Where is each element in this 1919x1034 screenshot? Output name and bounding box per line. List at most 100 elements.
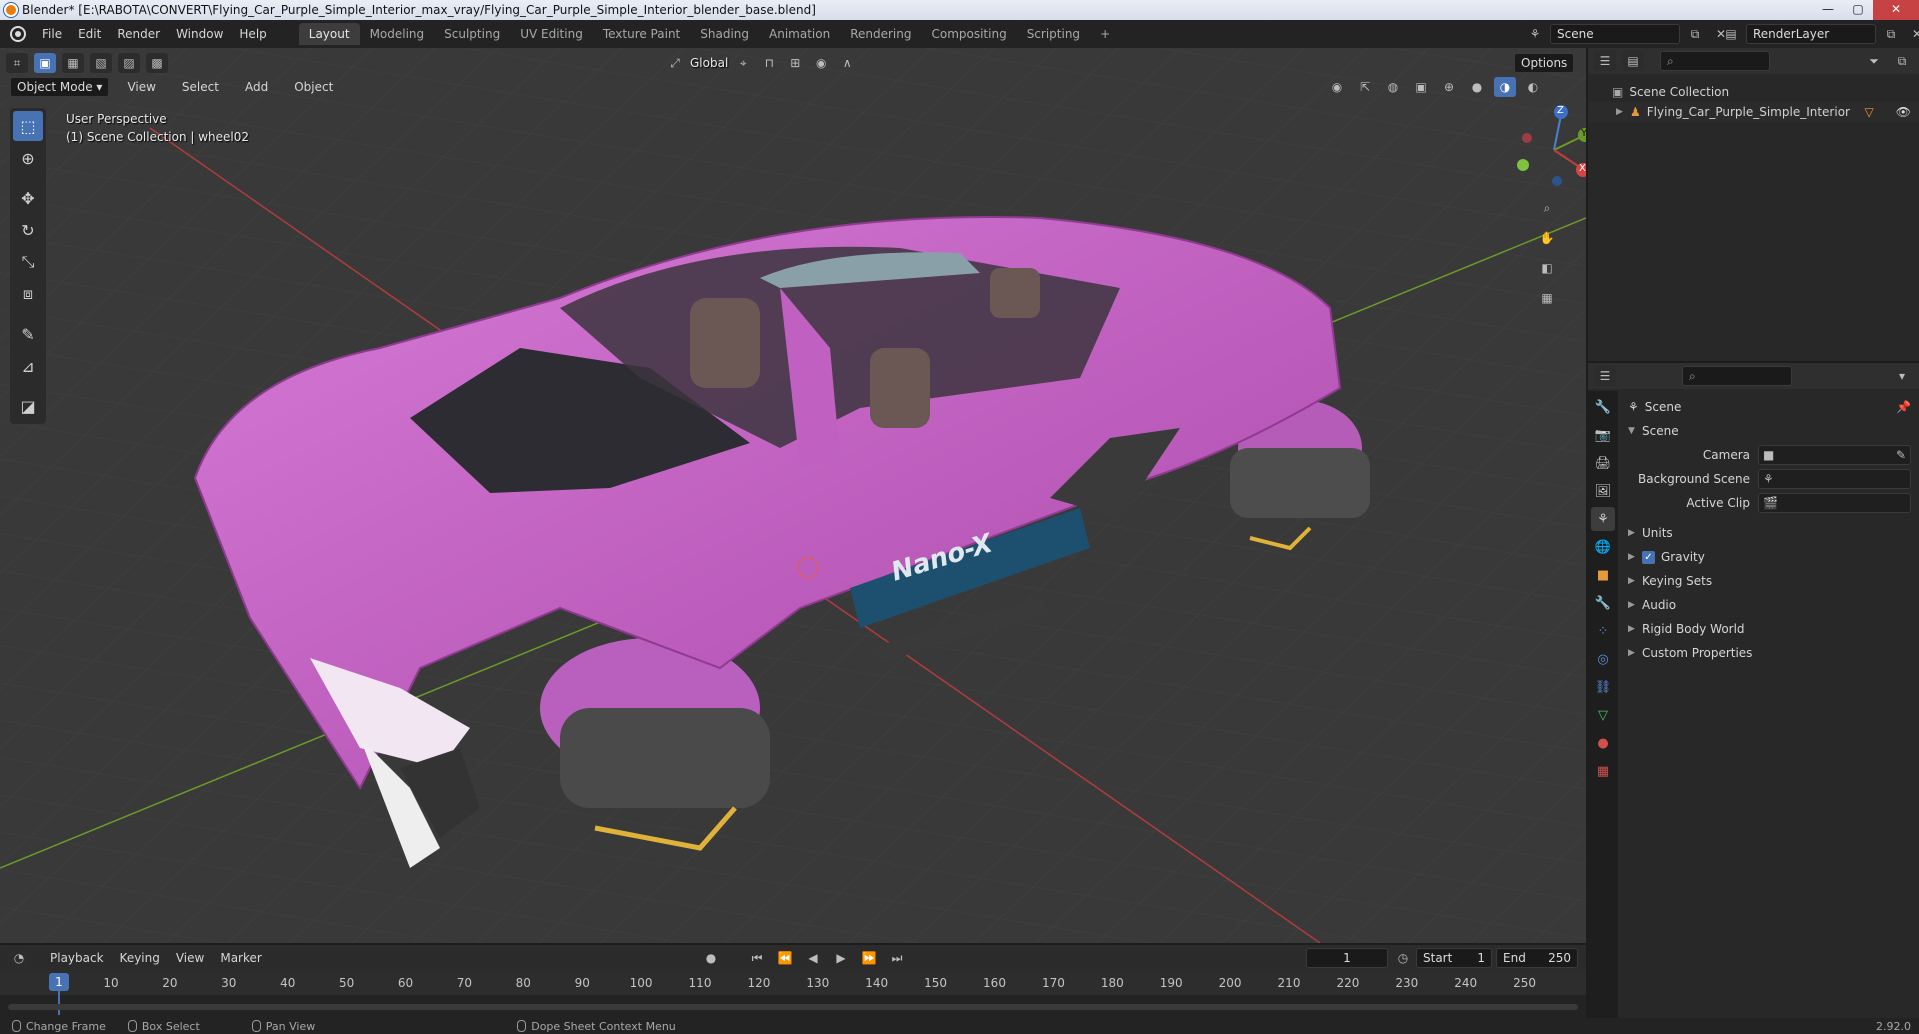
camera-view-icon[interactable]: ◧: [1536, 258, 1558, 278]
output-tab-icon[interactable]: 🖨: [1591, 451, 1615, 475]
editor-type-icon[interactable]: ⌗: [6, 53, 28, 73]
tab-rendering[interactable]: Rendering: [840, 23, 921, 45]
world-tab-icon[interactable]: 🌐: [1591, 535, 1615, 559]
view-layer-selector[interactable]: RenderLayer: [1746, 24, 1876, 44]
tab-compositing[interactable]: Compositing: [921, 23, 1016, 45]
modifier-icon[interactable]: ▽: [1865, 105, 1874, 119]
blender-logo-icon[interactable]: [10, 26, 26, 42]
viewport-menu-add[interactable]: Add: [237, 80, 276, 94]
texture-tab-icon[interactable]: ▦: [1591, 759, 1615, 783]
orientation-dropdown[interactable]: Global: [690, 56, 728, 70]
viewport-menu-select[interactable]: Select: [174, 80, 227, 94]
select-box-icon[interactable]: ⬚: [13, 111, 43, 141]
modifier-tab-icon[interactable]: 🔧: [1591, 591, 1615, 615]
tab-scripting[interactable]: Scripting: [1017, 23, 1090, 45]
pivot-icon[interactable]: ⌖: [732, 53, 754, 73]
subpanel-keying-sets[interactable]: ▶ Keying Sets: [1628, 569, 1911, 593]
scale-icon[interactable]: ⤡: [13, 247, 43, 277]
constraints-tab-icon[interactable]: ⛓: [1591, 675, 1615, 699]
view-layer-tab-icon[interactable]: 🖼: [1591, 479, 1615, 503]
select-mode-icon[interactable]: ▣: [34, 53, 56, 73]
tab-animation[interactable]: Animation: [759, 23, 840, 45]
camera-field[interactable]: ■ ✎: [1758, 445, 1911, 465]
prev-keyframe-icon[interactable]: ⏪: [774, 948, 796, 968]
jump-end-icon[interactable]: ⏭: [886, 948, 908, 968]
material-tab-icon[interactable]: ●: [1591, 731, 1615, 755]
next-keyframe-icon[interactable]: ⏩: [858, 948, 880, 968]
tab-texture-paint[interactable]: Texture Paint: [593, 23, 690, 45]
outliner-row-scene-collection[interactable]: ▣ Scene Collection: [1588, 82, 1919, 102]
visibility-eye-icon[interactable]: 👁: [1896, 105, 1911, 119]
new-view-layer-icon[interactable]: ⧉: [1880, 24, 1902, 44]
outliner-editor-icon[interactable]: ☰: [1594, 51, 1616, 71]
display-mode-icon[interactable]: ▤: [1622, 51, 1644, 71]
add-workspace-icon[interactable]: +: [1090, 23, 1120, 45]
material-shading-icon[interactable]: ◑: [1494, 77, 1516, 97]
orientation-icon[interactable]: ⤢: [664, 53, 686, 73]
pin-icon[interactable]: 📌: [1896, 400, 1911, 414]
outliner-row-object[interactable]: ▶ ♟ Flying_Car_Purple_Simple_Interior ▽ …: [1588, 102, 1919, 122]
menu-window[interactable]: Window: [168, 27, 231, 41]
scene-selector[interactable]: Scene: [1550, 24, 1680, 44]
subpanel-gravity[interactable]: ▶ ✓ Gravity: [1628, 545, 1911, 569]
preview-range-icon[interactable]: ◷: [1392, 948, 1414, 968]
subpanel-audio[interactable]: ▶ Audio: [1628, 593, 1911, 617]
object-tab-icon[interactable]: ■: [1591, 563, 1615, 587]
snap-icon[interactable]: ⊓: [758, 53, 780, 73]
measure-icon[interactable]: ⊿: [13, 351, 43, 381]
falloff-icon[interactable]: ∧: [836, 53, 858, 73]
timeline-editor-icon[interactable]: ◔: [8, 948, 30, 968]
subpanel-custom-properties[interactable]: ▶ Custom Properties: [1628, 641, 1911, 665]
select-subtract-icon[interactable]: ▨: [118, 53, 140, 73]
jump-start-icon[interactable]: ⏮: [746, 948, 768, 968]
cursor-icon[interactable]: ⊕: [13, 143, 43, 173]
expand-arrow-icon[interactable]: ▶: [1628, 576, 1642, 586]
select-invert-icon[interactable]: ▩: [146, 53, 168, 73]
overlay-toggle-icon[interactable]: ◍: [1382, 77, 1404, 97]
gravity-checkbox[interactable]: ✓: [1642, 550, 1655, 564]
play-reverse-icon[interactable]: ◀: [802, 948, 824, 968]
mode-selector[interactable]: Object Mode ▾: [10, 77, 110, 97]
timeline-menu-playback[interactable]: Playback: [42, 951, 112, 965]
tool-tab-icon[interactable]: 🔧: [1591, 395, 1615, 419]
expand-arrow-icon[interactable]: ▶: [1628, 552, 1642, 562]
expand-arrow-icon[interactable]: ▶: [1628, 528, 1642, 538]
proportional-edit-icon[interactable]: ◉: [810, 53, 832, 73]
zoom-icon[interactable]: ⌕: [1536, 198, 1558, 218]
pan-hand-icon[interactable]: ✋: [1536, 228, 1558, 248]
outliner-search-input[interactable]: ⌕: [1660, 51, 1770, 71]
rendered-shading-icon[interactable]: ◐: [1522, 77, 1544, 97]
maximize-button[interactable]: ▢: [1843, 0, 1873, 20]
expand-arrow-icon[interactable]: ▶: [1628, 600, 1642, 610]
close-button[interactable]: ✕: [1873, 0, 1919, 20]
select-new-icon[interactable]: ▦: [62, 53, 84, 73]
current-frame-field[interactable]: 1: [1306, 948, 1388, 968]
viewport-menu-view[interactable]: View: [119, 80, 163, 94]
3d-viewport[interactable]: Z Y X Nano-X ⌗ ▣ ▦ ▧ ▨ ▩ ⤢ Global ⌖ ⊓ ⊞ …: [0, 48, 1586, 943]
data-tab-icon[interactable]: ▽: [1591, 703, 1615, 727]
minimize-button[interactable]: —: [1813, 0, 1843, 20]
tab-uv-editing[interactable]: UV Editing: [510, 23, 593, 45]
gizmo-z-label[interactable]: Z: [1557, 105, 1564, 116]
end-frame-field[interactable]: End 250: [1496, 948, 1578, 968]
chevron-down-icon[interactable]: ▾: [1891, 366, 1913, 386]
scene-section-header[interactable]: ▼ Scene: [1628, 419, 1911, 443]
tab-layout[interactable]: Layout: [298, 23, 360, 45]
menu-edit[interactable]: Edit: [70, 27, 109, 41]
xray-icon[interactable]: ▣: [1410, 77, 1432, 97]
subpanel-rigid-body-world[interactable]: ▶ Rigid Body World: [1628, 617, 1911, 641]
visibility-icon[interactable]: ◉: [1326, 77, 1348, 97]
gizmo-toggle-icon[interactable]: ⇱: [1354, 77, 1376, 97]
tab-shading[interactable]: Shading: [690, 23, 759, 45]
move-icon[interactable]: ✥: [13, 183, 43, 213]
playhead[interactable]: 1: [49, 973, 69, 991]
view-layer-icon[interactable]: ▤: [1720, 24, 1742, 44]
ortho-grid-icon[interactable]: ▦: [1536, 288, 1558, 308]
start-frame-field[interactable]: Start 1: [1416, 948, 1492, 968]
timeline-menu-keying[interactable]: Keying: [112, 951, 168, 965]
expand-arrow-icon[interactable]: ▶: [1616, 107, 1630, 117]
timeline-menu-view[interactable]: View: [168, 951, 212, 965]
tab-sculpting[interactable]: Sculpting: [434, 23, 510, 45]
options-dropdown[interactable]: Options: [1514, 53, 1575, 73]
solid-shading-icon[interactable]: ●: [1466, 77, 1488, 97]
